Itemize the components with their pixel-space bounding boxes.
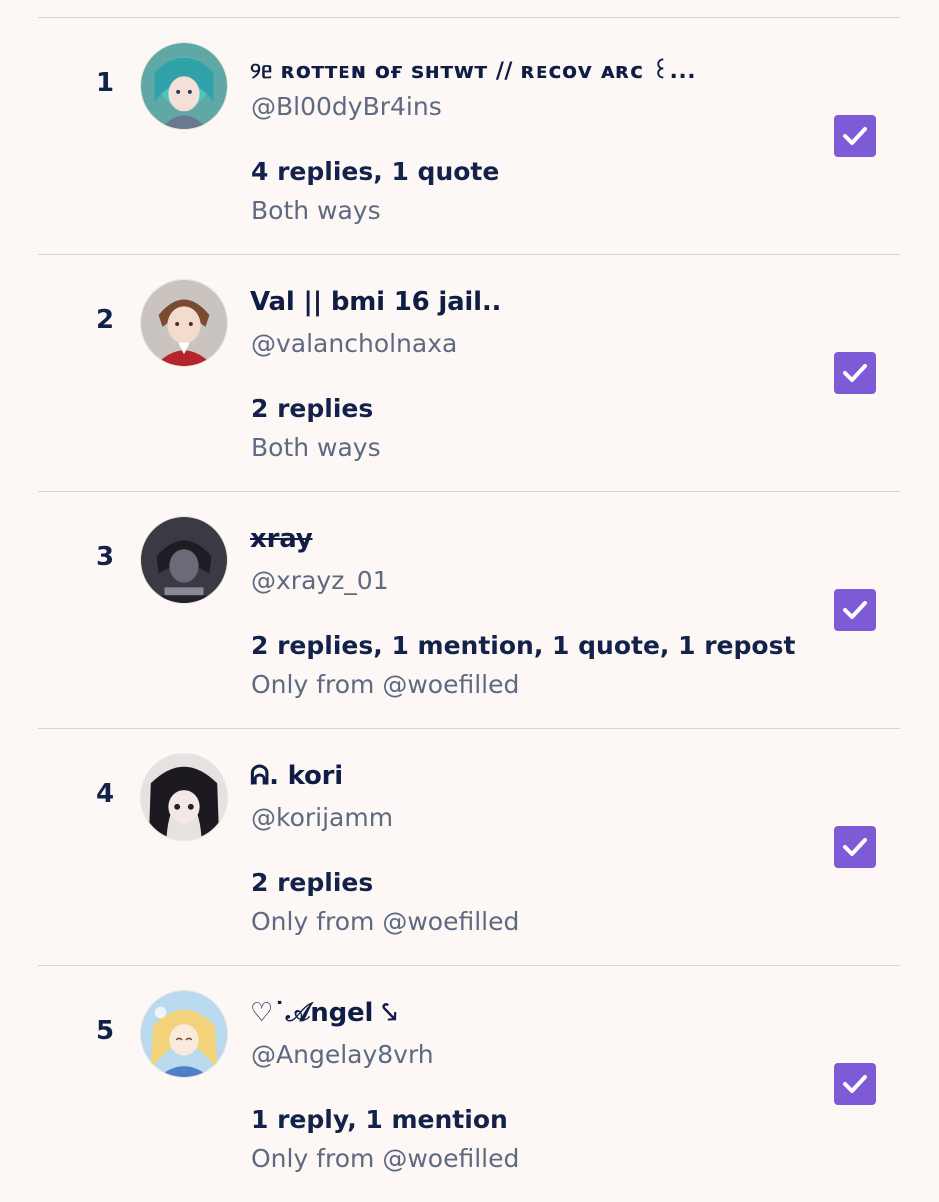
avatar[interactable] xyxy=(140,279,228,367)
list-item[interactable]: 1 ୨ᥱ ʀᴏᴛᴛᴇɴ ᴏғ sʜᴛᴡᴛ // ʀᴇᴄᴏᴠ ᴀʀᴄ ꒰... @… xyxy=(38,17,900,254)
avatar[interactable] xyxy=(140,753,228,841)
activity-summary: 2 replies, 1 mention, 1 quote, 1 repost xyxy=(251,631,796,660)
interaction-direction: Both ways xyxy=(251,196,381,225)
activity-summary: 1 reply, 1 mention xyxy=(251,1105,508,1134)
rank-number: 4 xyxy=(96,779,115,809)
select-checkbox[interactable] xyxy=(834,826,876,868)
check-icon xyxy=(843,127,867,145)
rank-number: 5 xyxy=(96,1016,115,1046)
handle: @korijamm xyxy=(251,803,394,832)
avatar-image xyxy=(141,754,227,840)
check-icon xyxy=(843,364,867,382)
avatar-image xyxy=(141,991,227,1077)
list-item[interactable]: 4 ᕱ. kori @korijamm 2 replies Only from … xyxy=(38,728,900,965)
handle: @Bl00dyBr4ins xyxy=(251,92,442,121)
display-name: Val || bmi 16 jail.. xyxy=(250,287,502,317)
avatar[interactable] xyxy=(140,990,228,1078)
activity-summary: 2 replies xyxy=(251,868,374,897)
interaction-direction: Both ways xyxy=(251,433,381,462)
check-icon xyxy=(843,1075,867,1093)
list-item[interactable]: 2 Val || bmi 16 jail.. @valancholnaxa 2 … xyxy=(38,254,900,491)
activity-summary: 4 replies, 1 quote xyxy=(251,157,500,186)
select-checkbox[interactable] xyxy=(834,352,876,394)
avatar[interactable] xyxy=(140,42,228,130)
rank-number: 1 xyxy=(96,68,115,98)
display-name: ♡˙𝒜ngel ⤥ xyxy=(250,998,397,1028)
select-checkbox[interactable] xyxy=(834,1063,876,1105)
check-icon xyxy=(843,601,867,619)
interaction-direction: Only from @woefilled xyxy=(251,1144,520,1173)
avatar-image xyxy=(141,280,227,366)
rank-number: 2 xyxy=(96,305,115,335)
rank-number: 3 xyxy=(96,542,115,572)
list-item[interactable]: 5 ♡˙𝒜ngel ⤥ @Angelay8vrh 1 reply, 1 ment… xyxy=(38,965,900,1202)
display-name: ᕱ. kori xyxy=(250,761,344,791)
display-name: ୨ᥱ ʀᴏᴛᴛᴇɴ ᴏғ sʜᴛᴡᴛ // ʀᴇᴄᴏᴠ ᴀʀᴄ ꒰... xyxy=(250,59,697,84)
interaction-direction: Only from @woefilled xyxy=(251,907,520,936)
handle: @xrayz_01 xyxy=(251,566,389,595)
display-name: xray xyxy=(250,524,313,554)
interaction-direction: Only from @woefilled xyxy=(251,670,520,699)
avatar-image xyxy=(141,43,227,129)
select-checkbox[interactable] xyxy=(834,115,876,157)
avatar[interactable] xyxy=(140,516,228,604)
select-checkbox[interactable] xyxy=(834,589,876,631)
check-icon xyxy=(843,838,867,856)
avatar-image xyxy=(141,517,227,603)
list-item[interactable]: 3 xray @xrayz_01 2 replies, 1 mention, 1… xyxy=(38,491,900,728)
activity-summary: 2 replies xyxy=(251,394,374,423)
handle: @Angelay8vrh xyxy=(251,1040,434,1069)
handle: @valancholnaxa xyxy=(251,329,458,358)
